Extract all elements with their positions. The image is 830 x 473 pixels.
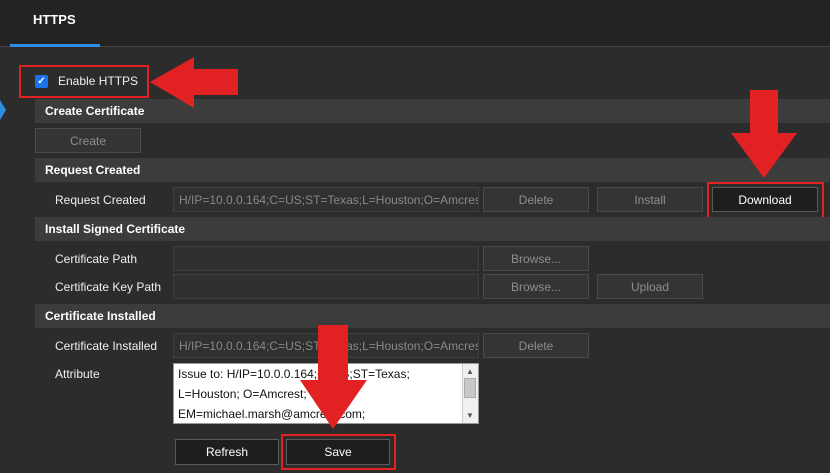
attribute-label: Attribute — [55, 367, 100, 381]
certificate-installed-label: Certificate Installed — [55, 339, 158, 353]
create-button[interactable]: Create — [35, 128, 141, 153]
collapse-arrow-icon[interactable] — [0, 100, 6, 120]
certificate-key-path-field[interactable] — [173, 274, 479, 299]
certificate-path-field[interactable] — [173, 246, 479, 271]
refresh-button[interactable]: Refresh — [175, 439, 279, 465]
enable-https-label: Enable HTTPS — [58, 74, 139, 88]
certificate-installed-title: Certificate Installed — [45, 309, 156, 323]
install-button[interactable]: Install — [597, 187, 703, 212]
browse-key-button[interactable]: Browse... — [483, 274, 589, 299]
red-arrow-down-save-icon — [300, 325, 367, 429]
request-created-label: Request Created — [55, 193, 146, 207]
request-created-field[interactable]: H/IP=10.0.0.164;C=US;ST=Texas;L=Houston;… — [173, 187, 479, 212]
installed-delete-button[interactable]: Delete — [483, 333, 589, 358]
create-certificate-title: Create Certificate — [45, 104, 145, 118]
upload-button[interactable]: Upload — [597, 274, 703, 299]
tab-bar — [0, 0, 830, 47]
enable-https-checkbox[interactable]: ✓ — [35, 75, 48, 88]
scroll-up-icon[interactable]: ▲ — [462, 365, 478, 377]
tab-https-label: HTTPS — [33, 12, 76, 27]
save-button[interactable]: Save — [286, 439, 390, 465]
tab-active-indicator — [10, 44, 100, 47]
certificate-path-label: Certificate Path — [55, 252, 138, 266]
scroll-down-icon[interactable]: ▼ — [462, 409, 478, 421]
checkmark-icon: ✓ — [37, 76, 46, 87]
red-arrow-left-icon — [150, 57, 238, 108]
request-created-header — [35, 158, 830, 182]
install-signed-title: Install Signed Certificate — [45, 222, 186, 236]
red-arrow-down-download-icon — [731, 90, 797, 178]
download-button[interactable]: Download — [712, 187, 818, 212]
request-delete-button[interactable]: Delete — [483, 187, 589, 212]
scrollbar-thumb[interactable] — [464, 378, 476, 398]
request-created-title: Request Created — [45, 163, 141, 177]
browse-cert-button[interactable]: Browse... — [483, 246, 589, 271]
certificate-key-path-label: Certificate Key Path — [55, 280, 162, 294]
